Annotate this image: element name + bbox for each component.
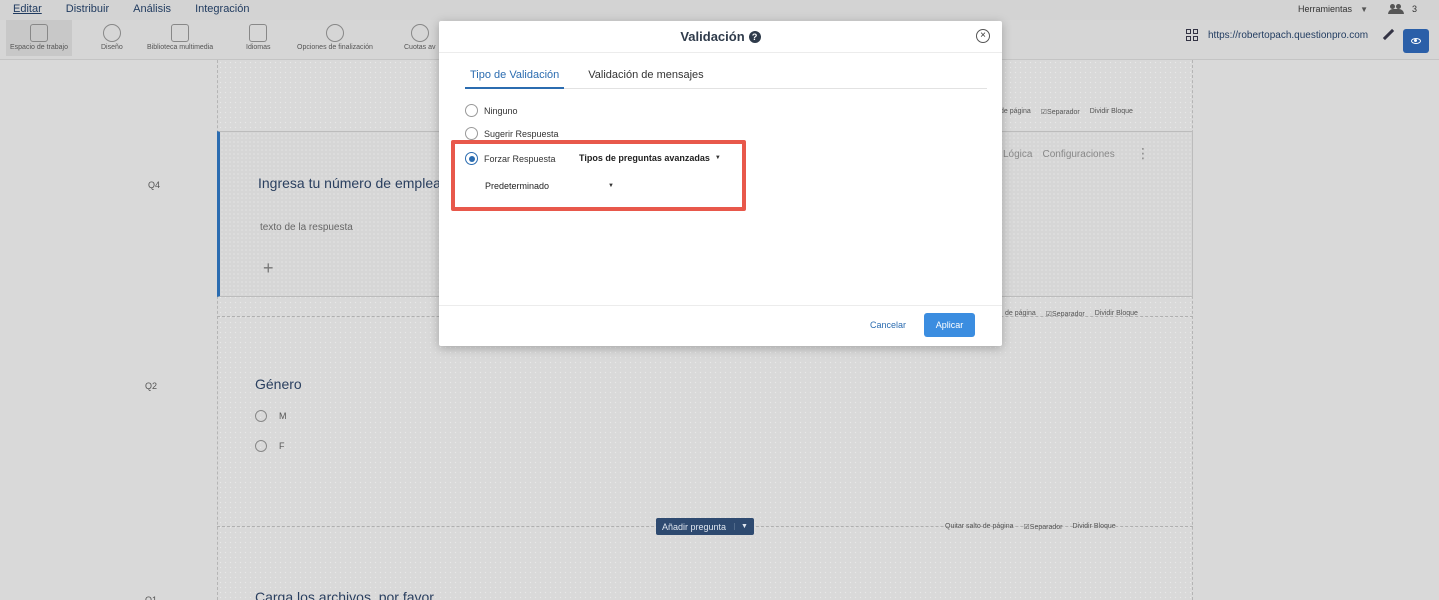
question-title[interactable]: Carga los archivos, por favor (255, 589, 434, 600)
option-label: Sugerir Respuesta (484, 128, 559, 139)
tool-label: Idiomas (246, 44, 271, 51)
main-menu: Editar Distribuir Análisis Integración (13, 3, 250, 15)
separator-link[interactable]: Separador (1041, 108, 1080, 116)
radio-icon[interactable] (255, 410, 267, 422)
option-none[interactable]: Ninguno (465, 104, 518, 117)
question-title[interactable]: Ingresa tu número de emplea (258, 175, 441, 191)
question-number: Q4 (148, 180, 161, 190)
preview-button[interactable] (1403, 29, 1429, 53)
tool-label: Diseño (101, 44, 123, 51)
tab-validation-type[interactable]: Tipo de Validación (465, 67, 565, 89)
add-question-button[interactable]: Añadir pregunta ▼ (656, 518, 754, 535)
quota-icon (410, 24, 429, 42)
plus-icon[interactable]: + (263, 258, 274, 279)
option-f[interactable]: F (255, 440, 285, 452)
split-block-link[interactable]: Dividir Bloque (1072, 523, 1115, 531)
menu-integracion[interactable]: Integración (195, 3, 249, 15)
answer-placeholder[interactable]: texto de la respuesta (260, 222, 353, 233)
tool-finish-options[interactable]: Opciones de finalización (297, 24, 373, 51)
menu-analisis[interactable]: Análisis (133, 3, 171, 15)
separator-link[interactable]: Separador (1024, 523, 1063, 531)
radio-icon[interactable] (465, 104, 478, 117)
tools-menu[interactable]: Herramientas (1298, 4, 1352, 14)
modal-title: Validación (680, 29, 745, 44)
survey-url-box: https://robertopach.questionpro.com (1186, 29, 1394, 41)
palette-icon (102, 24, 121, 42)
radio-icon[interactable] (465, 127, 478, 140)
option-label: Ninguno (484, 105, 518, 116)
chevron-down-icon[interactable]: ▼ (734, 523, 754, 530)
apply-button[interactable]: Aplicar (924, 313, 975, 337)
option-suggest-answer[interactable]: Sugerir Respuesta (465, 127, 559, 140)
remove-page-break-link[interactable]: Quitar salto de página (945, 523, 1014, 531)
option-label: M (279, 411, 287, 421)
page-break-link[interactable]: de página (1000, 108, 1031, 116)
survey-url[interactable]: https://robertopach.questionpro.com (1208, 30, 1368, 41)
settings-link[interactable]: Configuraciones (1042, 149, 1114, 160)
tool-workspace[interactable]: Espacio de trabajo (6, 20, 72, 56)
tab-message-validation[interactable]: Validación de mensajes (583, 67, 708, 89)
option-m[interactable]: M (255, 410, 287, 422)
image-icon (171, 24, 190, 42)
question-number: Q1 (145, 595, 158, 600)
workspace-icon (29, 24, 48, 42)
help-icon[interactable]: ? (748, 30, 761, 43)
eye-icon (1411, 38, 1421, 44)
radio-icon[interactable] (255, 440, 267, 452)
menu-distribuir[interactable]: Distribuir (66, 3, 109, 15)
tool-media-library[interactable]: Biblioteca multimedia (147, 24, 213, 51)
option-label: F (279, 441, 285, 451)
question-title[interactable]: Género (255, 376, 302, 392)
question-number: Q2 (145, 381, 158, 391)
collaborators-icon[interactable] (1387, 4, 1404, 14)
edit-pencil-icon[interactable] (1382, 29, 1394, 41)
tool-design[interactable]: Diseño (101, 24, 123, 51)
block-links-bottom: Quitar salto de página Separador Dividir… (945, 523, 1116, 531)
block-links-top: de página Separador Dividir Bloque (1000, 108, 1133, 116)
modal-tabs: Tipo de Validación Validación de mensaje… (465, 67, 987, 89)
nav-right: Herramientas ▼ 3 (1298, 4, 1417, 14)
chevron-down-icon[interactable]: ▼ (1360, 5, 1368, 14)
tool-label: Cuotas av (404, 44, 436, 51)
question-side-links: Lógica Configuraciones (1003, 149, 1115, 160)
top-nav: Editar Distribuir Análisis Integración H… (0, 0, 1439, 20)
highlight-annotation (451, 140, 746, 211)
modal-header: Validación ? × (439, 21, 1002, 53)
menu-editar[interactable]: Editar (13, 3, 42, 15)
tool-label: Opciones de finalización (297, 44, 373, 51)
split-block-link[interactable]: Dividir Bloque (1090, 108, 1133, 116)
tool-label: Espacio de trabajo (10, 44, 68, 51)
translate-icon (249, 24, 268, 42)
tool-label: Biblioteca multimedia (147, 44, 214, 51)
finish-icon (325, 24, 344, 42)
tool-quotas[interactable]: Cuotas av (404, 24, 436, 51)
qr-code-icon[interactable] (1186, 29, 1198, 41)
logic-link[interactable]: Lógica (1003, 149, 1032, 160)
close-icon[interactable]: × (976, 29, 990, 43)
kebab-menu-icon[interactable]: ⋮ (1136, 145, 1150, 162)
tool-languages[interactable]: Idiomas (246, 24, 271, 51)
add-question-label: Añadir pregunta (662, 521, 727, 532)
collaborators-count: 3 (1411, 4, 1417, 14)
cancel-button[interactable]: Cancelar (870, 320, 906, 330)
footer-divider (439, 305, 1002, 306)
